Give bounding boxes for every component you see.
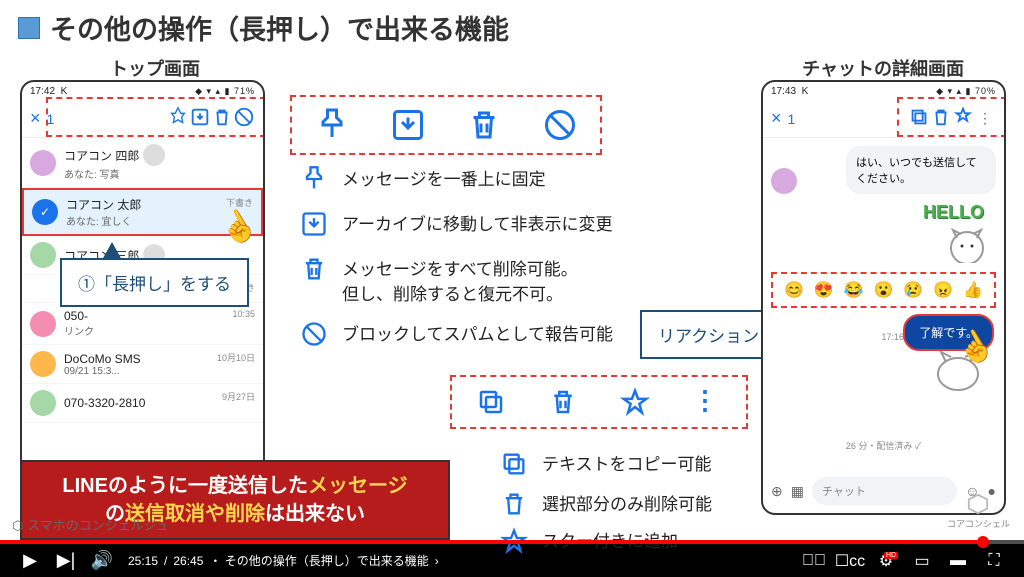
- right-subtitle: チャットの詳細画面: [802, 55, 964, 81]
- chat-row[interactable]: DoCoMo SMS 09/21 15:3... 10月10日: [22, 345, 263, 384]
- phone-chat-detail: 17:43 K ◆ ▾ ▴ ▮ 70% × 1 ⋮ はい、いつでも送信してくださ…: [761, 80, 1006, 515]
- message-time: 17:16: [881, 332, 904, 342]
- selection-count: 1: [788, 111, 796, 127]
- explain-pin: メッセージを一番上に固定: [300, 165, 546, 193]
- avatar: [30, 242, 56, 268]
- gallery-icon[interactable]: ▦: [791, 483, 804, 500]
- avatar: [30, 390, 56, 416]
- close-icon[interactable]: ×: [30, 108, 41, 129]
- volume-button[interactable]: 🔊: [84, 544, 120, 577]
- chat-row[interactable]: 050- リンク 10:35: [22, 303, 263, 345]
- delivered-status: 26 分・配信済み ✓: [763, 439, 1004, 452]
- play-button[interactable]: ▶: [12, 544, 48, 577]
- more-icon: ⋮: [692, 387, 722, 417]
- action-icons-row-2: ⋮: [450, 375, 748, 429]
- avatar: [30, 351, 56, 377]
- watermark-left: ⬡ スマホのコンシェルジュ: [12, 515, 169, 534]
- explain-delete-sel: 選択部分のみ削除可能: [500, 490, 712, 518]
- chat-action-bar: × 1 ⋮: [763, 100, 1004, 138]
- settings-button[interactable]: ⚙HD: [868, 544, 904, 577]
- archive-icon: [390, 107, 426, 143]
- chat-bubble-in: はい、いつでも送信してください。: [846, 146, 996, 194]
- star-icon: [620, 387, 650, 417]
- chat-input[interactable]: チャット: [812, 477, 957, 505]
- pin-icon: [314, 107, 350, 143]
- copy-icon: [476, 387, 506, 417]
- avatar-checked: ✓: [32, 199, 58, 225]
- page-title-row: その他の操作（長押し）で出来る機能: [18, 8, 509, 47]
- subtitles-button[interactable]: ☐cc: [832, 544, 868, 577]
- add-icon[interactable]: ⊕: [771, 483, 783, 500]
- action-icons-row-1: [290, 95, 602, 155]
- left-subtitle: トップ画面: [110, 55, 200, 81]
- chat-row[interactable]: コアコン 四郎 あなた: 写真: [22, 138, 263, 188]
- explain-block: ブロックしてスパムとして報告可能: [300, 320, 613, 348]
- explain-delete: メッセージをすべて削除可能。 但し、削除すると復元不可。: [300, 255, 578, 305]
- video-controls: ▶ ▶| 🔊 25:15 / 26:45 ・ その他の操作（長押し）で出来る機能…: [0, 544, 1024, 577]
- delete-icon: [548, 387, 578, 417]
- avatar: [771, 168, 797, 194]
- cat-sticker: [942, 223, 992, 263]
- block-icon: [542, 107, 578, 143]
- next-button[interactable]: ▶|: [48, 544, 84, 577]
- hello-sticker: HELLO: [763, 202, 1004, 223]
- avatar: [30, 311, 56, 337]
- delete-icon: [466, 107, 502, 143]
- avatar: [30, 150, 56, 176]
- page-title: その他の操作（長押し）で出来る機能: [50, 8, 509, 47]
- theater-button[interactable]: ▬: [940, 544, 976, 577]
- time-display: 25:15 / 26:45 ・ その他の操作（長押し）で出来る機能 ›: [128, 552, 439, 569]
- miniplayer-button[interactable]: ▭: [904, 544, 940, 577]
- watermark-right: コアコンシェル: [947, 493, 1010, 530]
- fullscreen-button[interactable]: ⛶: [976, 544, 1012, 577]
- autoplay-toggle[interactable]: ▸⃝: [796, 544, 832, 577]
- title-marker: [18, 17, 40, 39]
- selection-action-bar: × 1: [22, 100, 263, 138]
- callout-step-1: ①「長押し」をする: [60, 258, 249, 307]
- chat-row[interactable]: 070-3320-2810 9月27日: [22, 384, 263, 423]
- close-icon[interactable]: ×: [771, 108, 782, 129]
- explain-archive: アーカイブに移動して非表示に変更: [300, 210, 612, 238]
- chapter-next-icon[interactable]: ›: [435, 554, 439, 568]
- explain-copy: テキストをコピー可能: [500, 450, 712, 478]
- reaction-bar[interactable]: 😊😍😂😮😢😠👍: [771, 272, 996, 308]
